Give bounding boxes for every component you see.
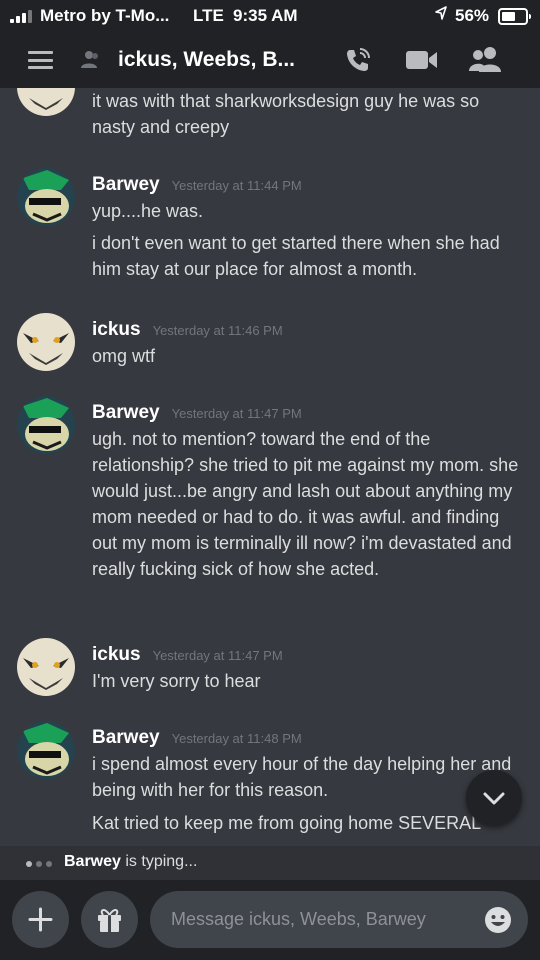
gift-button[interactable] [81,891,138,948]
message-text: ugh. not to mention? toward the end of t… [92,429,519,579]
composer [0,880,540,960]
gift-icon [98,909,121,932]
network-type: LTE [193,6,224,25]
message-author[interactable]: Barwey Yesterday at 11:44 PM [92,174,302,196]
battery-icon [498,8,531,25]
typing-label: is typing... [120,853,198,870]
message-author[interactable]: Barwey Yesterday at 11:48 PM [92,727,302,749]
message-author[interactable]: Barwey Yesterday at 11:47 PM [92,402,302,424]
message-timestamp: Yesterday at 11:47 PM [152,648,283,663]
avatar-barwey[interactable] [17,396,75,454]
carrier-name: Metro by T-Mo... [40,6,170,25]
chat-header: ickus, Weebs, B... [0,32,540,88]
message-text: yup....he was. [92,201,204,221]
battery-percent: 56% [455,6,490,25]
add-attachment-button[interactable] [12,891,69,948]
status-bar: Metro by T-Mo... LTE 9:35 AM 56% [0,0,540,32]
jump-to-bottom-button[interactable] [466,770,522,826]
message-text: omg wtf [92,346,156,366]
emoji-icon[interactable] [484,906,512,934]
menu-icon[interactable] [28,51,53,69]
message-author[interactable]: ickus Yesterday at 11:47 PM [92,644,283,666]
message-timestamp: Yesterday at 11:48 PM [171,731,302,746]
message-input[interactable] [150,891,528,948]
message-text: i don't even want to get started there w… [92,233,500,279]
message-list[interactable]: it was with that sharkworksdesign guy he… [0,88,540,846]
clock: 9:35 AM [233,6,298,25]
avatar-ickus[interactable] [17,88,75,116]
message-author[interactable]: ickus Yesterday at 11:46 PM [92,319,283,341]
avatar-barwey[interactable] [17,168,75,226]
message-text: i spend almost every hour of the day hel… [92,754,512,800]
message-timestamp: Yesterday at 11:44 PM [171,178,302,193]
members-icon[interactable] [468,46,502,74]
call-icon[interactable] [342,44,374,76]
message-text: it was with that sharkworksdesign guy he… [92,91,480,137]
typing-indicator: Barwey is typing... [0,846,540,880]
location-icon [435,6,447,24]
typing-dots-icon [26,861,52,867]
avatar-ickus[interactable] [17,313,75,371]
group-dm-icon [80,50,102,70]
avatar-barwey[interactable] [17,721,75,779]
typing-user: Barwey [64,853,121,870]
message-timestamp: Yesterday at 11:47 PM [171,406,302,421]
channel-title[interactable]: ickus, Weebs, B... [118,48,295,72]
signal-icon [10,9,32,23]
video-icon[interactable] [405,48,439,72]
message-text: I'm very sorry to hear [92,671,261,691]
plus-icon [28,907,53,932]
avatar-ickus[interactable] [17,638,75,696]
chevron-down-icon [483,792,505,805]
message-text: Kat tried to keep me from going home SEV… [92,813,482,833]
message-timestamp: Yesterday at 11:46 PM [152,323,283,338]
